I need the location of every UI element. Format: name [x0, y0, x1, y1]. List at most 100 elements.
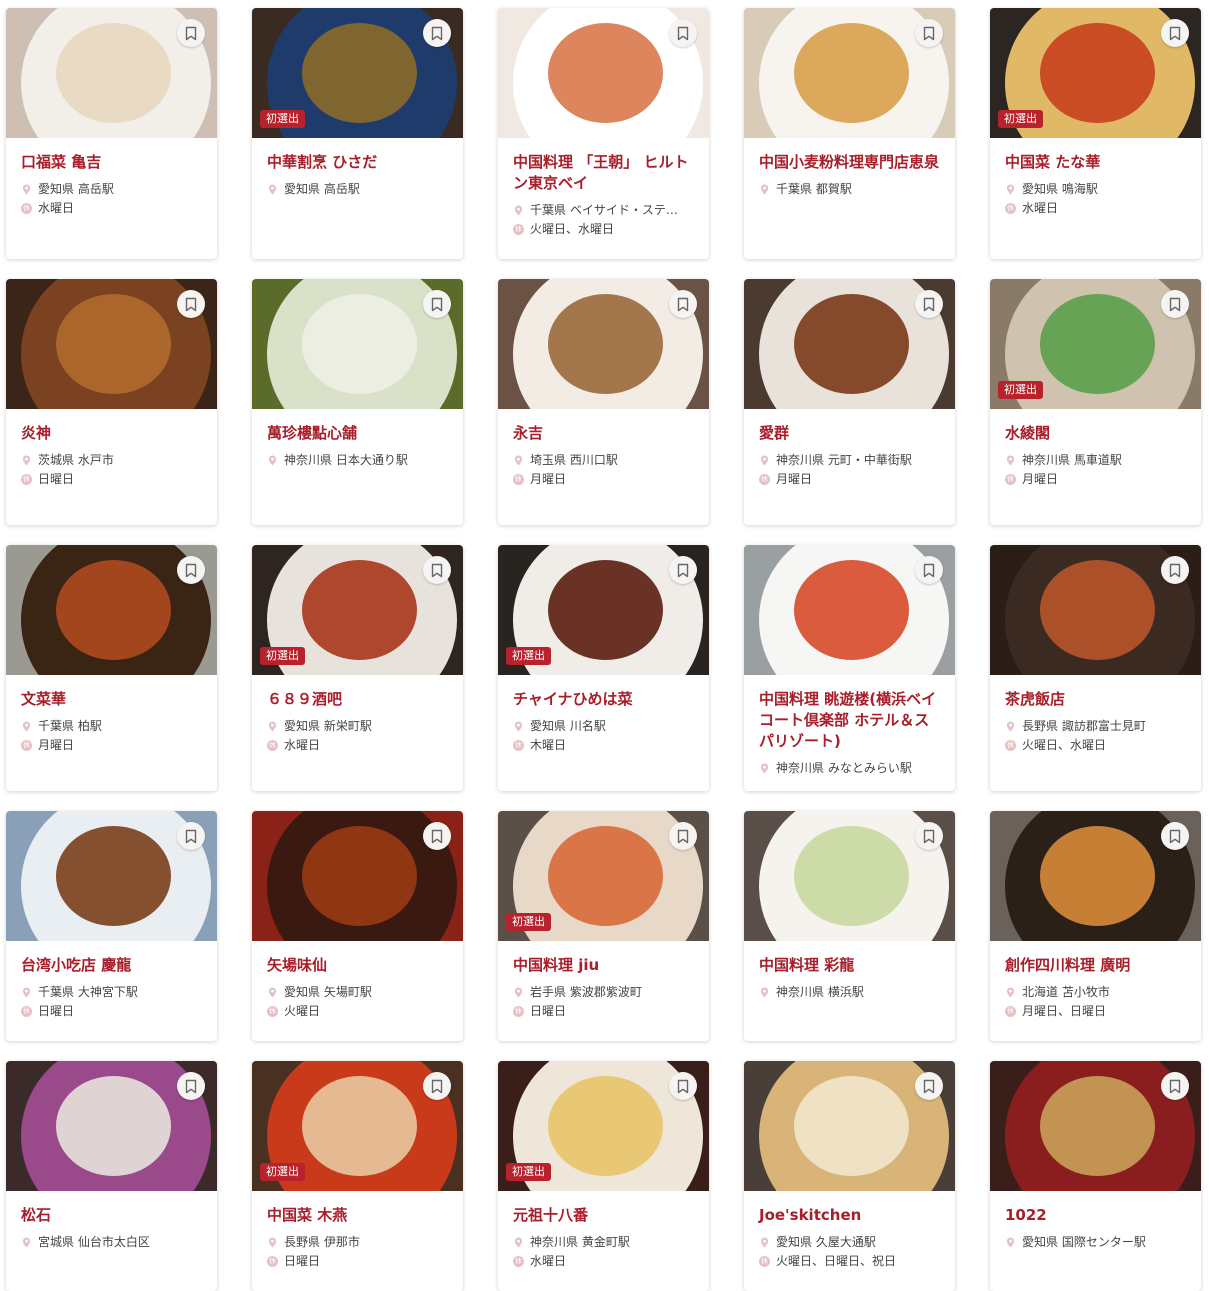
- bookmark-button[interactable]: [669, 1072, 697, 1100]
- bookmark-button[interactable]: [1161, 822, 1189, 850]
- restaurant-photo[interactable]: 初選出: [498, 545, 709, 675]
- bookmark-button[interactable]: [1161, 19, 1189, 47]
- restaurant-name[interactable]: 炎神: [21, 423, 202, 444]
- restaurant-name[interactable]: 中国料理 眺遊楼(横浜ベイコート倶楽部 ホテル＆スパリゾート): [759, 689, 940, 752]
- bookmark-button[interactable]: [177, 1072, 205, 1100]
- restaurant-name[interactable]: 松石: [21, 1205, 202, 1226]
- restaurant-name[interactable]: 創作四川料理 廣明: [1005, 955, 1186, 976]
- restaurant-photo[interactable]: [744, 545, 955, 675]
- restaurant-name[interactable]: 中国菜 木燕: [267, 1205, 448, 1226]
- restaurant-photo[interactable]: [744, 811, 955, 941]
- bookmark-button[interactable]: [177, 19, 205, 47]
- restaurant-card[interactable]: 松石 宮城県 仙台市太白区: [6, 1061, 217, 1291]
- bookmark-button[interactable]: [423, 822, 451, 850]
- restaurant-photo[interactable]: [6, 545, 217, 675]
- restaurant-photo[interactable]: [6, 279, 217, 409]
- restaurant-card[interactable]: 茶虎飯店 長野県 諏訪郡富士見町休火曜日、水曜日: [990, 545, 1201, 791]
- bookmark-button[interactable]: [915, 556, 943, 584]
- restaurant-card[interactable]: 初選出 中国料理 jiu 岩手県 紫波郡紫波町休日曜日: [498, 811, 709, 1041]
- restaurant-photo[interactable]: [252, 811, 463, 941]
- restaurant-card[interactable]: 創作四川料理 廣明 北海道 苫小牧市休月曜日、日曜日: [990, 811, 1201, 1041]
- restaurant-card[interactable]: 中国料理 彩龍 神奈川県 横浜駅: [744, 811, 955, 1041]
- restaurant-name[interactable]: 矢場味仙: [267, 955, 448, 976]
- restaurant-name[interactable]: チャイナひめは菜: [513, 689, 694, 710]
- restaurant-photo[interactable]: 初選出: [252, 1061, 463, 1191]
- restaurant-name[interactable]: 中国小麦粉料理専門店恵泉: [759, 152, 940, 173]
- restaurant-name[interactable]: 中国料理 「王朝」 ヒルトン東京ベイ: [513, 152, 694, 194]
- restaurant-card[interactable]: 初選出 元祖十八番 神奈川県 黄金町駅休水曜日: [498, 1061, 709, 1291]
- restaurant-card[interactable]: 初選出 中国菜 たな華 愛知県 鳴海駅休水曜日: [990, 8, 1201, 259]
- restaurant-name[interactable]: 愛群: [759, 423, 940, 444]
- restaurant-photo[interactable]: [990, 545, 1201, 675]
- restaurant-name[interactable]: 台湾小吃店 慶龍: [21, 955, 202, 976]
- restaurant-name[interactable]: 中華割烹 ひさだ: [267, 152, 448, 173]
- restaurant-photo[interactable]: 初選出: [498, 1061, 709, 1191]
- restaurant-card[interactable]: 中国料理 「王朝」 ヒルトン東京ベイ 千葉県 ベイサイド・ステ… 休火曜日、水曜日: [498, 8, 709, 259]
- restaurant-card[interactable]: 永吉 埼玉県 西川口駅休月曜日: [498, 279, 709, 525]
- restaurant-card[interactable]: 中国料理 眺遊楼(横浜ベイコート倶楽部 ホテル＆スパリゾート) 神奈川県 みなとみ…: [744, 545, 955, 791]
- restaurant-name[interactable]: 中国料理 彩龍: [759, 955, 940, 976]
- bookmark-button[interactable]: [669, 822, 697, 850]
- bookmark-button[interactable]: [915, 19, 943, 47]
- bookmark-button[interactable]: [915, 290, 943, 318]
- restaurant-name[interactable]: 1022: [1005, 1205, 1186, 1226]
- restaurant-name[interactable]: 口福菜 亀吉: [21, 152, 202, 173]
- bookmark-button[interactable]: [669, 290, 697, 318]
- restaurant-photo[interactable]: 初選出: [252, 545, 463, 675]
- restaurant-photo[interactable]: 初選出: [252, 8, 463, 138]
- restaurant-photo[interactable]: [744, 279, 955, 409]
- bookmark-button[interactable]: [177, 290, 205, 318]
- bookmark-button[interactable]: [177, 822, 205, 850]
- restaurant-card[interactable]: 愛群 神奈川県 元町・中華街駅休月曜日: [744, 279, 955, 525]
- restaurant-name[interactable]: Joe'skitchen: [759, 1205, 940, 1226]
- restaurant-card[interactable]: 中国小麦粉料理専門店恵泉 千葉県 都賀駅: [744, 8, 955, 259]
- bookmark-button[interactable]: [669, 19, 697, 47]
- restaurant-photo[interactable]: [990, 1061, 1201, 1191]
- restaurant-card[interactable]: 初選出 中華割烹 ひさだ 愛知県 高岳駅: [252, 8, 463, 259]
- restaurant-name[interactable]: 文菜華: [21, 689, 202, 710]
- bookmark-button[interactable]: [423, 1072, 451, 1100]
- restaurant-card[interactable]: 炎神 茨城県 水戸市休日曜日: [6, 279, 217, 525]
- restaurant-photo[interactable]: [744, 8, 955, 138]
- restaurant-photo[interactable]: [252, 279, 463, 409]
- bookmark-button[interactable]: [423, 556, 451, 584]
- restaurant-card[interactable]: 文菜華 千葉県 柏駅休月曜日: [6, 545, 217, 791]
- restaurant-name[interactable]: ６８９酒吧: [267, 689, 448, 710]
- bookmark-button[interactable]: [1161, 290, 1189, 318]
- restaurant-photo[interactable]: 初選出: [990, 8, 1201, 138]
- bookmark-button[interactable]: [669, 556, 697, 584]
- restaurant-name[interactable]: 中国菜 たな華: [1005, 152, 1186, 173]
- restaurant-photo[interactable]: 初選出: [990, 279, 1201, 409]
- restaurant-photo[interactable]: [744, 1061, 955, 1191]
- restaurant-name[interactable]: 中国料理 jiu: [513, 955, 694, 976]
- bookmark-button[interactable]: [1161, 1072, 1189, 1100]
- restaurant-card[interactable]: 初選出 ６８９酒吧 愛知県 新栄町駅休水曜日: [252, 545, 463, 791]
- bookmark-button[interactable]: [423, 19, 451, 47]
- restaurant-photo[interactable]: 初選出: [498, 811, 709, 941]
- restaurant-card[interactable]: 初選出 チャイナひめは菜 愛知県 川名駅休木曜日: [498, 545, 709, 791]
- restaurant-card[interactable]: 初選出 水綾閣 神奈川県 馬車道駅休月曜日: [990, 279, 1201, 525]
- restaurant-photo[interactable]: [990, 811, 1201, 941]
- bookmark-button[interactable]: [915, 822, 943, 850]
- restaurant-card[interactable]: 矢場味仙 愛知県 矢場町駅休火曜日: [252, 811, 463, 1041]
- restaurant-card[interactable]: 1022 愛知県 国際センター駅: [990, 1061, 1201, 1291]
- restaurant-card[interactable]: 口福菜 亀吉 愛知県 高岳駅休水曜日: [6, 8, 217, 259]
- restaurant-card[interactable]: 萬珍樓點心舗 神奈川県 日本大通り駅: [252, 279, 463, 525]
- restaurant-name[interactable]: 元祖十八番: [513, 1205, 694, 1226]
- bookmark-button[interactable]: [915, 1072, 943, 1100]
- restaurant-card[interactable]: 台湾小吃店 慶龍 千葉県 大神宮下駅休日曜日: [6, 811, 217, 1041]
- restaurant-name[interactable]: 萬珍樓點心舗: [267, 423, 448, 444]
- restaurant-photo[interactable]: [6, 8, 217, 138]
- bookmark-button[interactable]: [1161, 556, 1189, 584]
- restaurant-card[interactable]: Joe'skitchen 愛知県 久屋大通駅休火曜日、日曜日、祝日: [744, 1061, 955, 1291]
- bookmark-button[interactable]: [423, 290, 451, 318]
- restaurant-name[interactable]: 水綾閣: [1005, 423, 1186, 444]
- restaurant-photo[interactable]: [6, 1061, 217, 1191]
- restaurant-card[interactable]: 初選出 中国菜 木燕 長野県 伊那市休日曜日: [252, 1061, 463, 1291]
- bookmark-button[interactable]: [177, 556, 205, 584]
- restaurant-photo[interactable]: [498, 8, 709, 138]
- restaurant-name[interactable]: 茶虎飯店: [1005, 689, 1186, 710]
- restaurant-name[interactable]: 永吉: [513, 423, 694, 444]
- restaurant-photo[interactable]: [498, 279, 709, 409]
- restaurant-photo[interactable]: [6, 811, 217, 941]
